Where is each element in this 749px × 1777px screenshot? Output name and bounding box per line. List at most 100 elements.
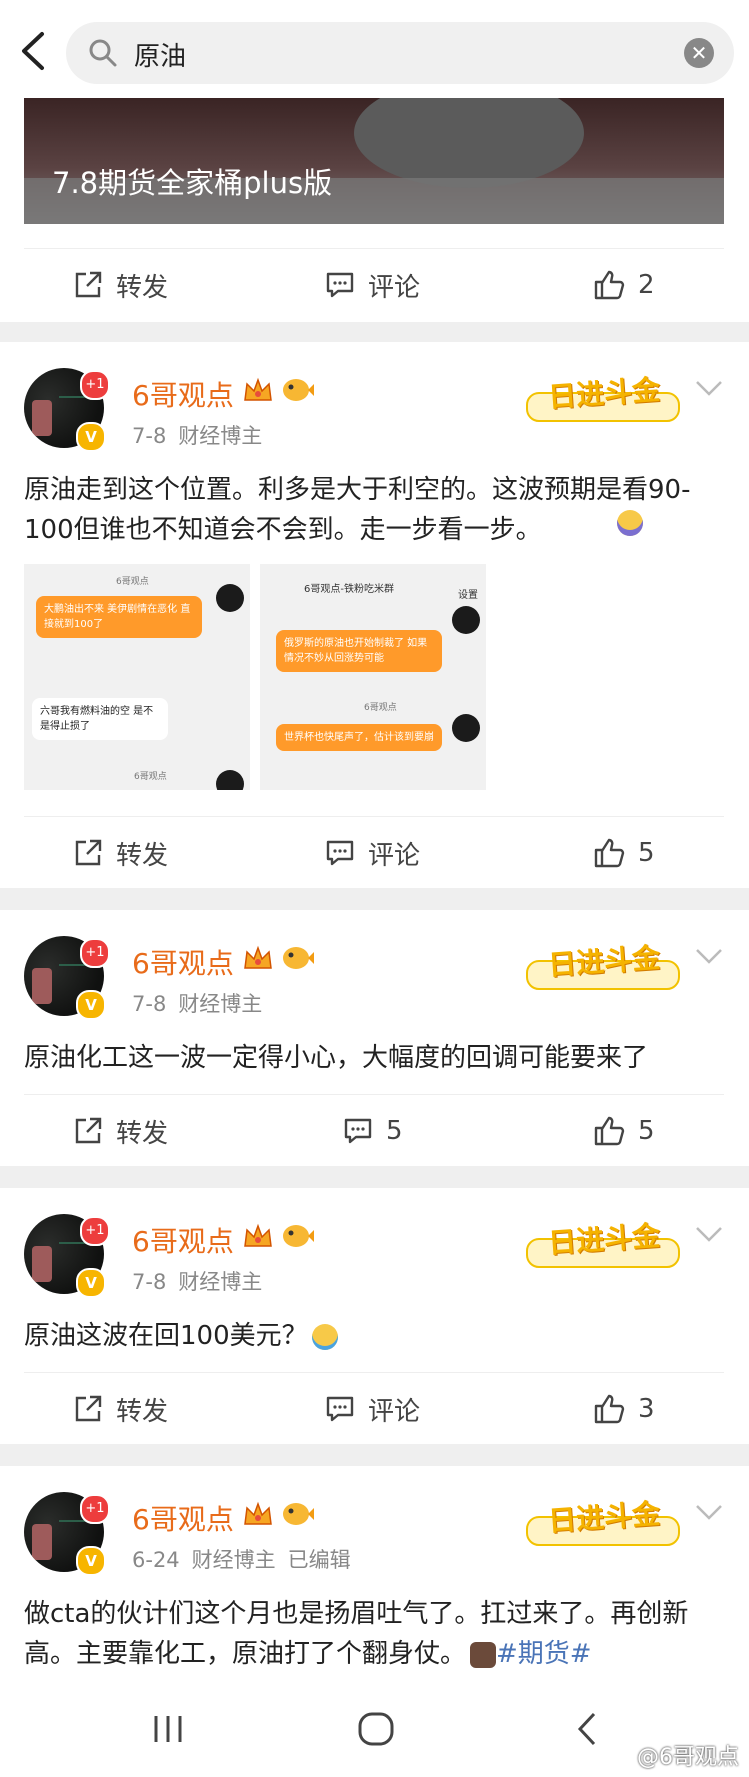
repost-icon <box>75 1395 102 1422</box>
username[interactable]: 6哥观点 <box>132 1220 234 1260</box>
comment-icon <box>344 1118 372 1144</box>
back-icon[interactable] <box>14 28 54 74</box>
like-count: 5 <box>638 838 655 868</box>
repost-label: 转发 <box>116 1396 169 1427</box>
decoration-badge: 日进斗金 <box>526 930 686 992</box>
image-thumbnail[interactable]: 6哥观点-铁粉吃米群 设置 俄罗斯的原油也开始制裁了 如果情况不妙从回涨势可能 … <box>260 564 486 790</box>
comment-button[interactable]: 5 <box>342 1113 403 1149</box>
banner-figure <box>354 98 584 188</box>
recent-apps-icon[interactable] <box>150 1708 186 1748</box>
comment-icon <box>326 1396 354 1422</box>
repost-icon <box>75 1117 102 1144</box>
plus-one-badge: +1 <box>80 938 110 968</box>
search-icon <box>89 39 117 67</box>
action-bar: 转发 评论 3 <box>24 1372 724 1445</box>
username[interactable]: 6哥观点 <box>132 374 234 414</box>
clear-icon[interactable]: ✕ <box>684 38 714 68</box>
image-thumbnail[interactable]: 6哥观点 大鹏油出不来 美伊剧情在恶化 直接就到100了 六哥我有燃料油的空 是… <box>24 564 250 790</box>
chat-name: 6哥观点 <box>364 703 397 713</box>
post-text: 原油这波在回100美元？ <box>24 1316 724 1356</box>
crown-icon <box>244 1501 272 1525</box>
home-icon[interactable] <box>356 1708 396 1748</box>
top-bar: 原油 ✕ <box>0 0 749 98</box>
chevron-down-icon[interactable] <box>694 1502 724 1522</box>
chevron-down-icon[interactable] <box>694 378 724 398</box>
username[interactable]: 6哥观点 <box>132 1498 234 1538</box>
repost-button[interactable]: 转发 <box>72 1113 168 1149</box>
chat-bubble: 世界杯也快尾声了，估计该到要崩 <box>276 724 442 751</box>
crown-icon <box>244 377 272 401</box>
nav-back-icon[interactable] <box>572 1708 602 1748</box>
video-banner[interactable]: 7.8期货全家桶plus版 <box>24 98 724 224</box>
plus-one-badge: +1 <box>80 370 110 400</box>
chat-avatar <box>452 714 480 742</box>
chat-bubble: 六哥我有燃料油的空 是不是得止损了 <box>32 698 168 740</box>
repost-icon <box>75 839 102 866</box>
like-count: 5 <box>638 1116 655 1146</box>
action-bar: 转发 5 5 <box>24 1094 724 1167</box>
repost-label: 转发 <box>116 1118 169 1149</box>
search-query: 原油 <box>134 42 187 72</box>
verified-icon: V <box>76 990 106 1020</box>
fish-icon <box>283 947 314 969</box>
post-header: +1 V 6哥观点 7-8 财经博主 日进斗金 <box>24 1214 724 1304</box>
comment-icon <box>326 272 354 298</box>
like-button[interactable]: 3 <box>592 1391 655 1427</box>
decoration-badge: 日进斗金 <box>526 362 686 424</box>
chat-name: 6哥观点 <box>134 772 167 782</box>
like-count: 2 <box>638 270 655 300</box>
repost-button[interactable]: 转发 <box>72 267 168 303</box>
comment-icon <box>326 840 354 866</box>
comment-button[interactable]: 评论 <box>324 1391 420 1427</box>
repost-label: 转发 <box>116 840 169 871</box>
post-text: 做cta的伙计们这个月也是扬眉吐气了。扛过来了。再创新高。主要靠化工，原油打了个… <box>24 1594 724 1674</box>
emoji-icon <box>613 510 643 536</box>
post-meta: 7-8 财经博主 <box>132 992 263 1016</box>
comment-count: 5 <box>386 1116 403 1146</box>
action-bar: 转发 评论 5 <box>24 816 724 889</box>
like-button[interactable]: 5 <box>592 1113 655 1149</box>
crown-icon <box>244 1223 272 1247</box>
chat-group-title: 6哥观点-铁粉吃米群 <box>304 584 394 595</box>
post-text-content: 原油这波在回100美元？ <box>24 1321 308 1351</box>
post-header: +1 V 6哥观点 6-24 财经博主 已编辑 日进斗金 <box>24 1492 724 1582</box>
thumbs-up-icon <box>594 1394 625 1424</box>
action-bar: 转发 评论 2 <box>24 248 724 321</box>
post-header: +1 V 6哥观点 7-8 财经博主 日进斗金 <box>24 936 724 1026</box>
repost-button[interactable]: 转发 <box>72 835 168 871</box>
chat-bubble: 俄罗斯的原油也开始制裁了 如果情况不妙从回涨势可能 <box>276 630 442 672</box>
chat-avatar <box>452 606 480 634</box>
decoration-badge: 日进斗金 <box>526 1208 686 1270</box>
username[interactable]: 6哥观点 <box>132 942 234 982</box>
verified-icon: V <box>76 422 106 452</box>
like-button[interactable]: 5 <box>592 835 655 871</box>
verified-icon: V <box>76 1546 106 1576</box>
post-card[interactable]: +1 V 6哥观点 7-8 财经博主 日进斗金 原油走到这个位置。利多是大于利空的… <box>0 342 749 888</box>
thumbs-up-icon <box>594 1116 625 1146</box>
chat-name: 6哥观点 <box>116 577 149 587</box>
like-count: 3 <box>638 1394 655 1424</box>
crown-icon <box>244 945 272 969</box>
hashtag-link[interactable]: #期货# <box>496 1639 592 1669</box>
search-input[interactable]: 原油 ✕ <box>66 22 734 84</box>
post-text: 原油化工这一波一定得小心，大幅度的回调可能要来了 <box>24 1043 649 1073</box>
post-card[interactable]: +1 V 6哥观点 7-8 财经博主 日进斗金 原油化工这一波一定得小心，大幅度的… <box>0 910 749 1166</box>
chevron-down-icon[interactable] <box>694 946 724 966</box>
like-button[interactable]: 2 <box>592 267 655 303</box>
chat-settings: 设置 <box>458 590 478 601</box>
chat-avatar <box>216 584 244 612</box>
post-card[interactable]: +1 V 6哥观点 7-8 财经博主 日进斗金 原油这波在回100美元？ 转发 评… <box>0 1188 749 1444</box>
crying-emoji-icon <box>311 1323 338 1350</box>
comment-button[interactable]: 评论 <box>324 267 420 303</box>
chevron-down-icon[interactable] <box>694 1224 724 1244</box>
repost-icon <box>75 271 102 298</box>
fish-icon <box>283 1503 314 1525</box>
repost-button[interactable]: 转发 <box>72 1391 168 1427</box>
thumbs-up-icon <box>594 838 625 868</box>
banner-caption: 7.8期货全家桶plus版 <box>52 166 333 200</box>
fish-icon <box>283 379 314 401</box>
post-card[interactable]: +1 V 6哥观点 6-24 财经博主 已编辑 日进斗金 做cta的伙计们这个月也是… <box>0 1466 749 1688</box>
verified-icon: V <box>76 1268 106 1298</box>
comment-button[interactable]: 评论 <box>324 835 420 871</box>
post-meta: 7-8 财经博主 <box>132 1270 263 1294</box>
